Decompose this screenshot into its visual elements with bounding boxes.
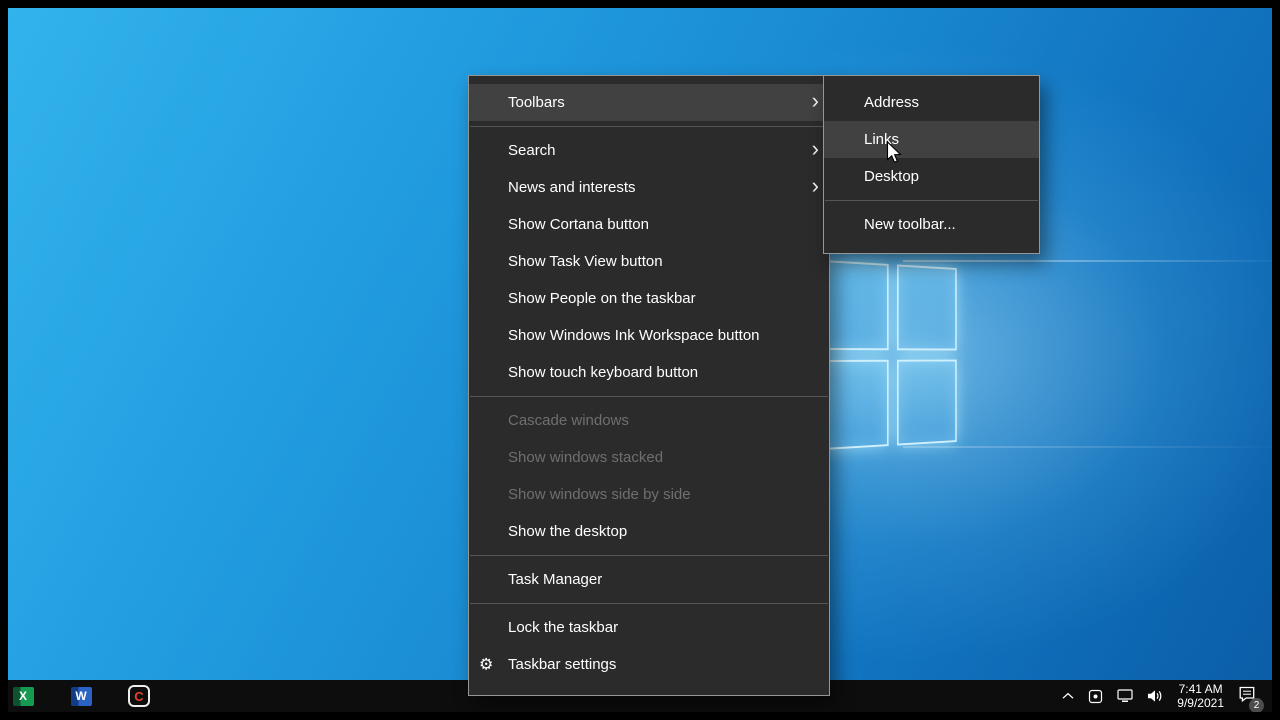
menu-separator <box>470 396 828 397</box>
menu-item-show-people[interactable]: Show People on the taskbar <box>469 280 829 317</box>
tray-app-icon <box>1089 689 1103 703</box>
speaker-icon <box>1148 690 1162 702</box>
menu-item-label: Show Cortana button <box>508 216 649 233</box>
system-tray: 7:41 AM 9/9/2021 2 <box>1062 680 1272 712</box>
chevron-right-icon: › <box>811 135 819 161</box>
tray-status-button[interactable] <box>1088 689 1103 704</box>
submenu-item-desktop[interactable]: Desktop <box>824 158 1039 195</box>
menu-item-show-windows-ink-workspace[interactable]: Show Windows Ink Workspace button <box>469 317 829 354</box>
menu-item-show-cortana-button[interactable]: Show Cortana button <box>469 206 829 243</box>
menu-item-search[interactable]: Search › <box>469 132 829 169</box>
menu-item-label: Toolbars <box>508 94 565 111</box>
clock-time: 7:41 AM <box>1178 682 1223 696</box>
excel-icon: X <box>12 686 34 706</box>
menu-item-label: Show People on the taskbar <box>508 290 696 307</box>
menu-item-label: Address <box>864 94 920 111</box>
submenu-item-links[interactable]: Links <box>824 121 1039 158</box>
camtasia-taskbar-button[interactable]: C <box>127 684 151 708</box>
submenu-item-address[interactable]: Address <box>824 84 1039 121</box>
menu-item-show-the-desktop[interactable]: Show the desktop <box>469 513 829 550</box>
menu-item-label: Cascade windows <box>508 412 629 429</box>
menu-item-show-windows-stacked: Show windows stacked <box>469 439 829 476</box>
submenu-item-new-toolbar[interactable]: New toolbar... <box>824 206 1039 243</box>
menu-item-label: Show windows side by side <box>508 486 691 503</box>
excel-icon-letter: X <box>18 689 27 703</box>
excel-taskbar-button[interactable]: X <box>11 684 35 708</box>
network-icon <box>1117 689 1133 702</box>
word-icon: W <box>70 686 92 706</box>
menu-separator <box>470 555 828 556</box>
notification-badge: 2 <box>1249 697 1264 712</box>
toolbars-submenu: Address Links Desktop New toolbar... <box>823 75 1040 254</box>
show-hidden-icons-button[interactable] <box>1062 692 1074 700</box>
action-center-button[interactable]: 2 <box>1238 686 1264 712</box>
windows-logo <box>823 260 957 450</box>
menu-separator <box>825 200 1038 201</box>
menu-item-label: Links <box>864 131 900 148</box>
menu-separator <box>470 603 828 604</box>
gear-icon: ⚙ <box>479 656 494 674</box>
menu-item-task-manager[interactable]: Task Manager <box>469 561 829 598</box>
volume-button[interactable] <box>1147 689 1163 703</box>
menu-item-show-windows-side-by-side: Show windows side by side <box>469 476 829 513</box>
taskbar-pinned-apps: X W C <box>8 684 151 708</box>
word-icon-letter: W <box>75 689 87 703</box>
windows-logo-pane <box>823 260 889 351</box>
menu-item-lock-the-taskbar[interactable]: Lock the taskbar <box>469 609 829 646</box>
taskbar-context-menu: Toolbars › Search › News and interests ›… <box>468 75 830 696</box>
menu-item-cascade-windows: Cascade windows <box>469 402 829 439</box>
menu-item-label: Taskbar settings <box>508 656 617 673</box>
menu-separator <box>470 126 828 127</box>
menu-item-show-touch-keyboard[interactable]: Show touch keyboard button <box>469 354 829 391</box>
menu-item-label: Show Windows Ink Workspace button <box>508 327 760 344</box>
chevron-right-icon: › <box>811 172 819 198</box>
menu-item-news-and-interests[interactable]: News and interests › <box>469 169 829 206</box>
windows-logo-pane <box>896 264 957 351</box>
menu-item-label: Show windows stacked <box>508 449 664 466</box>
camtasia-icon-letter: C <box>134 688 144 704</box>
menu-item-label: Desktop <box>864 168 920 185</box>
windows-logo-pane <box>823 359 889 450</box>
menu-item-taskbar-settings[interactable]: ⚙ Taskbar settings <box>469 646 829 683</box>
menu-item-label: New toolbar... <box>864 216 956 233</box>
menu-item-label: Show Task View button <box>508 253 663 270</box>
windows-logo-pane <box>896 359 957 446</box>
menu-item-label: Show touch keyboard button <box>508 364 699 381</box>
word-taskbar-button[interactable]: W <box>69 684 93 708</box>
menu-item-show-task-view-button[interactable]: Show Task View button <box>469 243 829 280</box>
menu-item-label: News and interests <box>508 179 636 196</box>
chevron-up-icon <box>1062 692 1074 699</box>
chevron-right-icon: › <box>811 87 819 113</box>
menu-item-label: Task Manager <box>508 571 603 588</box>
light-beam <box>903 446 1272 448</box>
menu-item-label: Search <box>508 142 556 159</box>
camtasia-icon: C <box>128 685 150 707</box>
menu-item-toolbars[interactable]: Toolbars › <box>469 84 829 121</box>
clock-date: 9/9/2021 <box>1177 696 1224 710</box>
menu-item-label: Show the desktop <box>508 523 628 540</box>
network-button[interactable] <box>1117 689 1133 703</box>
clock[interactable]: 7:41 AM 9/9/2021 <box>1177 682 1224 710</box>
menu-item-label: Lock the taskbar <box>508 619 619 636</box>
light-beam <box>903 260 1272 262</box>
